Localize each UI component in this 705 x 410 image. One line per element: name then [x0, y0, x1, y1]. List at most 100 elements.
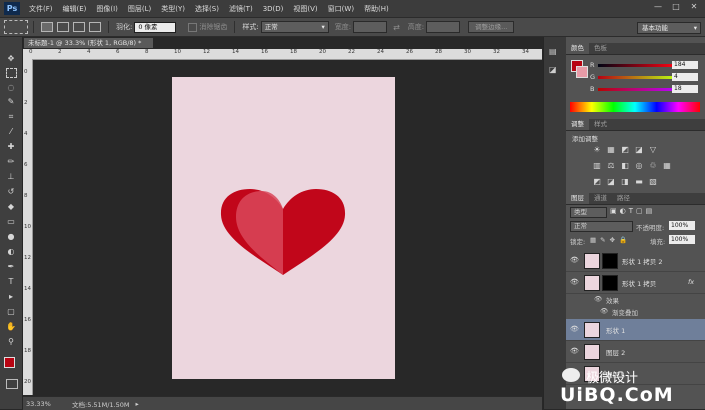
color-slider-g[interactable]: G: [590, 72, 676, 82]
g-value[interactable]: 4: [672, 73, 698, 81]
menu-type[interactable]: 类型(Y): [156, 4, 190, 14]
eye-icon[interactable]: 👁: [570, 278, 579, 286]
fx-badge[interactable]: fx: [688, 278, 694, 286]
levels-icon[interactable]: ▦: [606, 145, 616, 154]
menu-filter[interactable]: 滤镜(T): [224, 4, 258, 14]
vibrance-icon[interactable]: ▽: [648, 145, 658, 154]
properties-panel-icon[interactable]: ◪: [549, 65, 557, 74]
layer-row[interactable]: 👁 图层 2: [566, 341, 705, 363]
crop-tool-icon[interactable]: ⌗: [5, 111, 17, 123]
shape-tool-icon[interactable]: ▢: [5, 306, 17, 318]
posterize-icon[interactable]: ◪: [606, 177, 616, 186]
expand-icon[interactable]: ▸: [136, 400, 139, 408]
workspace-select[interactable]: 基本功能 ▾: [637, 22, 701, 34]
layer-row[interactable]: 👁 形状 1 拷贝 2: [566, 250, 705, 272]
blur-tool-icon[interactable]: ●: [5, 231, 17, 243]
path-selection-tool-icon[interactable]: ▸: [5, 291, 17, 303]
close-button[interactable]: ✕: [685, 2, 703, 11]
subtract-selection-icon[interactable]: [73, 22, 85, 32]
gradient-tool-icon[interactable]: ▭: [5, 216, 17, 228]
marquee-tool-preset-icon[interactable]: [4, 20, 28, 34]
blend-mode-select[interactable]: 正常: [570, 221, 633, 232]
quick-mask-icon[interactable]: [6, 379, 18, 389]
color-slider-b[interactable]: B: [590, 84, 676, 94]
hand-tool-icon[interactable]: ✋: [5, 321, 17, 333]
pen-tool-icon[interactable]: ✒: [5, 261, 17, 273]
antialias-checkbox[interactable]: [188, 22, 198, 32]
layer-row-selected[interactable]: 👁 形状 1: [566, 319, 705, 341]
layer-filter-icons[interactable]: ▣◐T▢▤: [610, 207, 655, 215]
g-gradient-bar[interactable]: [598, 75, 676, 79]
height-input[interactable]: [426, 21, 461, 33]
lock-icons[interactable]: ▦✎✥🔒: [590, 236, 631, 244]
menu-layer[interactable]: 图层(L): [123, 4, 156, 14]
maximize-button[interactable]: □: [667, 2, 685, 11]
exposure-icon[interactable]: ◪: [634, 145, 644, 154]
menu-select[interactable]: 选择(S): [190, 4, 224, 14]
tab-swatches[interactable]: 色板: [589, 43, 612, 54]
menu-file[interactable]: 文件(F): [24, 4, 58, 14]
eye-icon[interactable]: 👁: [570, 347, 579, 355]
tab-channels[interactable]: 通道: [589, 193, 612, 204]
history-panel-icon[interactable]: ▤: [549, 47, 557, 56]
style-select[interactable]: 正常 ▾: [260, 21, 329, 33]
opacity-input[interactable]: 100%: [669, 221, 695, 230]
clone-stamp-tool-icon[interactable]: ⊥: [5, 171, 17, 183]
threshold-icon[interactable]: ◨: [620, 177, 630, 186]
selective-color-icon[interactable]: ▬: [634, 177, 644, 186]
layer-name[interactable]: 形状 1 拷贝: [622, 278, 656, 288]
feather-input[interactable]: 0 像素: [134, 21, 177, 33]
move-tool-icon[interactable]: ✥: [5, 53, 17, 65]
foreground-color-swatch[interactable]: [4, 357, 15, 368]
black-white-icon[interactable]: ◧: [620, 161, 630, 170]
tab-color[interactable]: 颜色: [566, 43, 589, 54]
hue-saturation-icon[interactable]: ▥: [592, 161, 602, 170]
zoom-tool-icon[interactable]: ⚲: [5, 336, 17, 348]
tab-paths[interactable]: 路径: [612, 193, 635, 204]
add-selection-icon[interactable]: [57, 22, 69, 32]
b-value[interactable]: 18: [672, 85, 698, 93]
layer-name[interactable]: 形状 1 拷贝 2: [622, 256, 662, 266]
tab-adjustments[interactable]: 调整: [566, 119, 589, 130]
menu-view[interactable]: 视图(V): [288, 4, 322, 14]
intersect-selection-icon[interactable]: [89, 22, 101, 32]
photo-filter-icon[interactable]: ◎: [634, 161, 644, 170]
quick-select-tool-icon[interactable]: ✎: [5, 96, 17, 108]
eyedropper-tool-icon[interactable]: ⁄: [5, 126, 17, 138]
menu-help[interactable]: 帮助(H): [359, 4, 394, 14]
channel-mixer-icon[interactable]: ♲: [648, 161, 658, 170]
color-lookup-icon[interactable]: ▦: [662, 161, 672, 170]
marquee-tool-icon[interactable]: [6, 68, 17, 78]
heart-shape[interactable]: [220, 189, 346, 276]
layer-name[interactable]: 图层 2: [606, 347, 625, 357]
effect-item-row[interactable]: 👁 渐变叠加: [566, 307, 705, 318]
menu-image[interactable]: 图像(I): [91, 4, 123, 14]
refine-edge-button[interactable]: 调整边缘...: [468, 21, 515, 33]
healing-brush-tool-icon[interactable]: ✚: [5, 141, 17, 153]
fill-input[interactable]: 100%: [669, 235, 695, 244]
layer-row[interactable]: 👁 形状 1 拷贝 fx: [566, 272, 705, 294]
brightness-icon[interactable]: ☀: [592, 145, 602, 154]
r-value[interactable]: 184: [672, 61, 698, 69]
eye-icon[interactable]: 👁: [600, 307, 608, 315]
layer-filter-select[interactable]: 类型: [570, 207, 607, 218]
brush-tool-icon[interactable]: ✏: [5, 156, 17, 168]
color-balance-icon[interactable]: ⚖: [606, 161, 616, 170]
r-gradient-bar[interactable]: [598, 63, 676, 67]
tab-styles[interactable]: 样式: [589, 119, 612, 130]
gradient-map-icon[interactable]: ▧: [648, 177, 658, 186]
document-tab[interactable]: 未标题-1 @ 33.3% (形状 1, RGB/8) *: [24, 38, 153, 48]
curves-icon[interactable]: ◩: [620, 145, 630, 154]
swap-icon[interactable]: ⇄: [393, 23, 400, 32]
zoom-level[interactable]: 33.33%: [26, 400, 66, 408]
menu-window[interactable]: 窗口(W): [323, 4, 359, 14]
tab-layers[interactable]: 图层: [566, 193, 589, 204]
menu-3d[interactable]: 3D(D): [258, 5, 289, 13]
color-spectrum-ramp[interactable]: [570, 102, 700, 112]
document-info[interactable]: 文档:5.51M/1.50M: [72, 399, 130, 409]
dodge-tool-icon[interactable]: ◐: [5, 246, 17, 258]
new-selection-icon[interactable]: [41, 22, 53, 32]
width-input[interactable]: [353, 21, 388, 33]
history-brush-tool-icon[interactable]: ↺: [5, 186, 17, 198]
minimize-button[interactable]: —: [649, 2, 667, 11]
